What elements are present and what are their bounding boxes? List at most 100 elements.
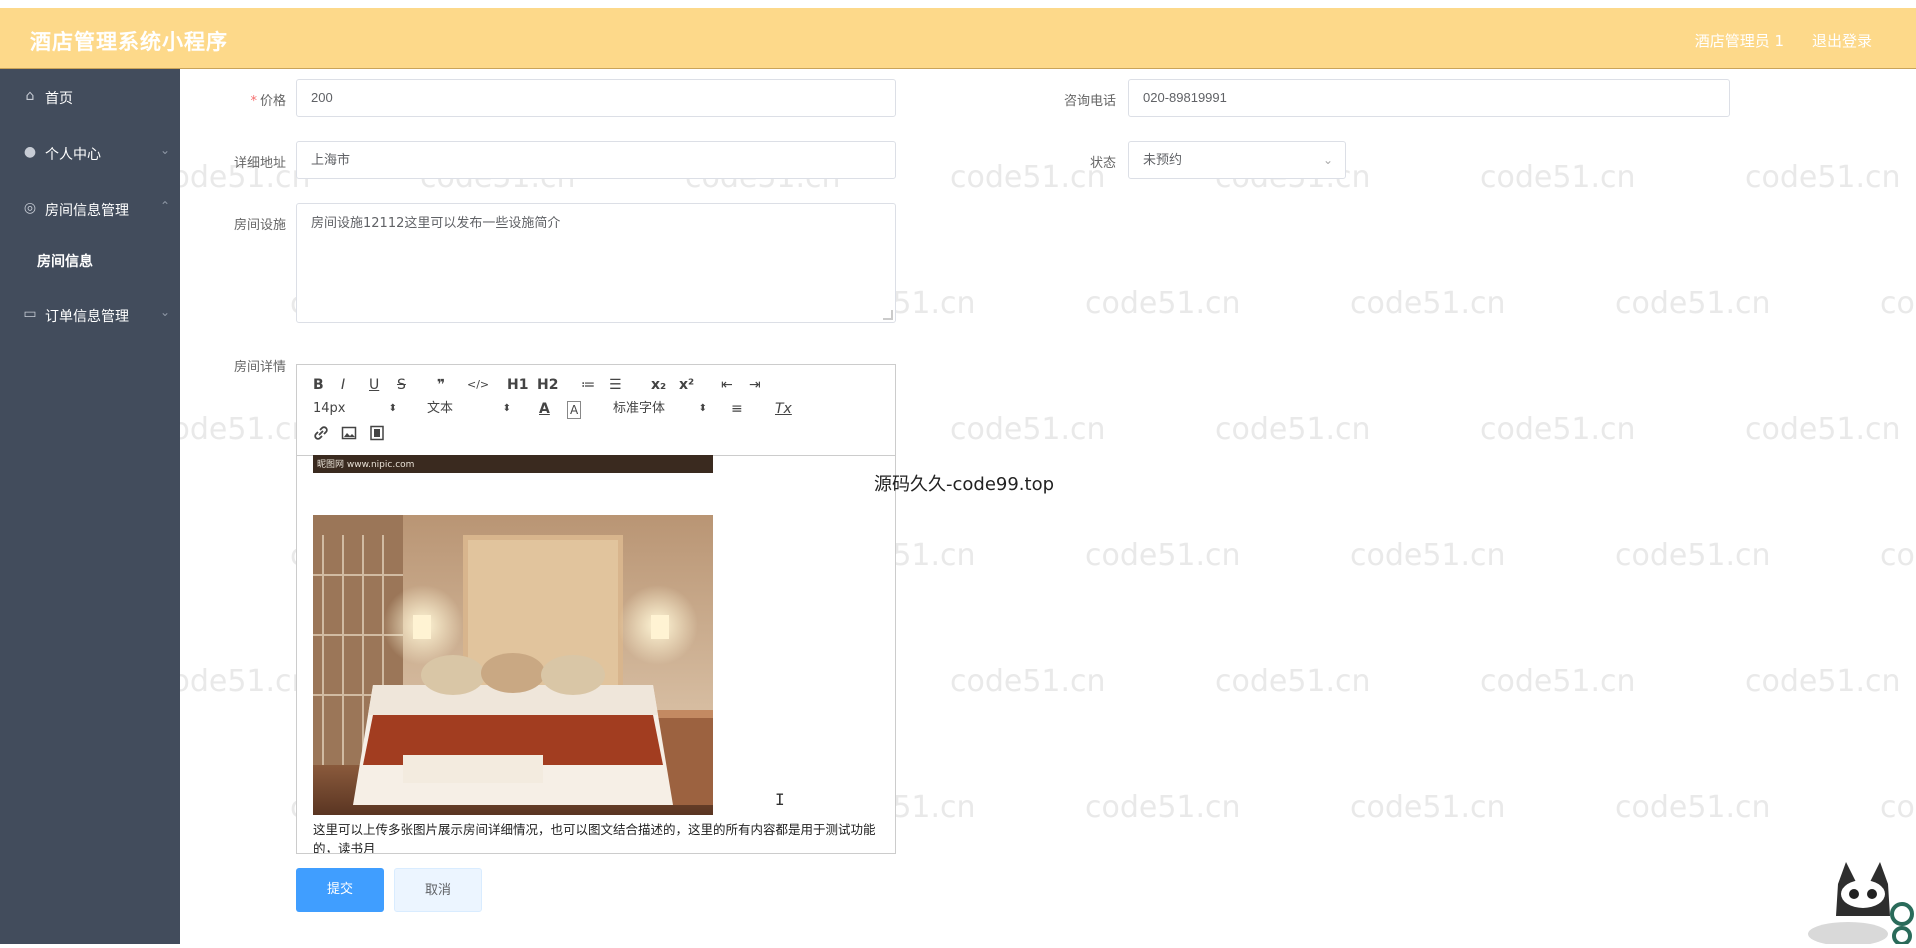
italic-button[interactable]: I — [341, 377, 345, 393]
ordered-list-button[interactable]: ≔ — [581, 377, 595, 393]
current-user: 酒店管理员 1 — [1694, 32, 1784, 50]
align-button[interactable]: ≡ — [731, 401, 743, 417]
subscript-button[interactable]: x₂ — [651, 377, 666, 393]
watermark-text: code51.cn — [1745, 412, 1901, 447]
address-input[interactable]: 上海市 — [296, 141, 896, 179]
watermark-text: code51.cn — [1880, 538, 1916, 573]
header2-button[interactable]: H2 — [537, 377, 558, 393]
text-cursor-icon: I — [775, 790, 785, 809]
watermark-text: code51.cn — [1085, 538, 1241, 573]
hotel-room-photo — [313, 515, 713, 815]
header1-button[interactable]: H1 — [507, 377, 528, 393]
watermark-text: code51.cn — [1085, 790, 1241, 825]
partial-image-strip: 昵图网 www.nipic.com — [313, 455, 713, 473]
watermark-text: code51.cn — [1480, 664, 1636, 699]
status-value: 未预约 — [1143, 152, 1183, 167]
font-family-value: 标准字体 — [613, 401, 666, 416]
submit-button[interactable]: 提交 — [296, 868, 384, 912]
font-family-select[interactable]: 标准字体 ⬍ — [613, 401, 707, 417]
order-icon: ▭ — [23, 306, 37, 322]
top-header: 酒店管理系统小程序 酒店管理员 1 退出登录 — [0, 8, 1916, 69]
facilities-textarea[interactable]: 房间设施12112这里可以发布一些设施简介 — [296, 203, 896, 323]
watermark-text: code51.cn — [1745, 664, 1901, 699]
font-color-button[interactable]: A — [539, 401, 550, 417]
image-caption: 昵图网 www.nipic.com — [317, 460, 415, 470]
watermark-text: code51.cn — [1615, 538, 1771, 573]
sidebar-item-profile[interactable]: ● 个人中心 ⌄ — [0, 133, 180, 173]
user-icon: ● — [23, 144, 37, 160]
resize-handle-icon[interactable] — [883, 310, 893, 320]
app-title: 酒店管理系统小程序 — [30, 30, 228, 54]
cancel-button[interactable]: 取消 — [394, 868, 482, 912]
details-label: 房间详情 — [233, 360, 286, 375]
text-type-value: 文本 — [427, 401, 454, 416]
superscript-button[interactable]: x² — [679, 377, 694, 393]
chevron-updown-icon: ⬍ — [502, 403, 511, 414]
code-block-button[interactable]: </> — [467, 377, 489, 393]
outdent-button[interactable]: ⇤ — [721, 377, 733, 393]
watermark-text: code51.cn — [1350, 538, 1506, 573]
home-icon: ⌂ — [25, 88, 35, 104]
sidebar-item-label: 房间信息管理 — [45, 203, 129, 219]
overlay-watermark-text: 源码久久-code99.top — [874, 474, 1055, 495]
watermark-text: code51.cn — [1085, 286, 1241, 321]
editor-toolbar: B I U S ❞ </> H1 H2 ≔ ☰ x₂ x² ⇤ ⇥ 14px ⬍ … — [297, 365, 895, 456]
link-icon[interactable] — [313, 425, 329, 445]
watermark-text: code51.cn — [1615, 286, 1771, 321]
sidebar-item-room-management[interactable]: ◎ 房间信息管理 ⌃ — [0, 189, 180, 229]
chevron-down-icon: ⌄ — [159, 143, 170, 157]
header-select[interactable]: 文本 ⬍ — [427, 401, 511, 417]
sidebar-item-order-management[interactable]: ▭ 订单信息管理 ⌄ — [0, 295, 180, 335]
video-icon[interactable] — [369, 425, 385, 445]
strike-button[interactable]: S — [397, 377, 406, 393]
sidebar-item-room-info[interactable]: 房间信息 — [0, 241, 180, 277]
watermark-text: code51.cn — [950, 664, 1106, 699]
facilities-label: 房间设施 — [233, 218, 286, 233]
watermark-text: code51.cn — [1480, 412, 1636, 447]
watermark-text: code51.cn — [1480, 160, 1636, 195]
facilities-text: 房间设施12112这里可以发布一些设施简介 — [311, 216, 561, 231]
image-icon[interactable] — [341, 425, 357, 445]
clean-format-button[interactable]: Tx — [775, 401, 792, 417]
logout-link[interactable]: 退出登录 — [1812, 30, 1872, 51]
rich-text-editor[interactable]: B I U S ❞ </> H1 H2 ≔ ☰ x₂ x² ⇤ ⇥ 14px ⬍ … — [296, 364, 896, 854]
status-select[interactable]: 未预约 ⌄ — [1128, 141, 1346, 179]
price-label: * 价格 — [250, 94, 286, 109]
font-size-select[interactable]: 14px ⬍ — [313, 401, 397, 417]
indent-button[interactable]: ⇥ — [749, 377, 761, 393]
bullet-list-button[interactable]: ☰ — [609, 377, 622, 393]
editor-body-text[interactable]: 这里可以上传多张图片展示房间详细情况，也可以图文结合描述的，这里的所有内容都是用… — [313, 820, 883, 853]
chevron-down-icon: ⌄ — [1322, 153, 1333, 167]
watermark-text: code51.cn — [1350, 286, 1506, 321]
phone-label: 咨询电话 — [1063, 94, 1116, 109]
sidebar-item-label: 首页 — [45, 91, 73, 107]
bold-button[interactable]: B — [313, 377, 324, 393]
room-icon: ◎ — [23, 200, 37, 216]
price-input[interactable]: 200 — [296, 79, 896, 117]
watermark-text: code51.cn — [1880, 790, 1916, 825]
status-label: 状态 — [1089, 156, 1116, 171]
chevron-down-icon: ⌄ — [159, 305, 170, 319]
watermark-text: code51.cn — [1215, 664, 1371, 699]
background-color-button[interactable]: A — [567, 401, 582, 419]
mascot-cat-icon — [1808, 854, 1916, 946]
sidebar-item-label: 房间信息 — [37, 254, 93, 270]
chevron-updown-icon: ⬍ — [698, 403, 707, 414]
watermark-text: code51.cn — [1615, 790, 1771, 825]
sidebar-item-label: 个人中心 — [45, 147, 101, 163]
watermark-text: code51.cn — [950, 412, 1106, 447]
watermark-text: code51.cn — [1215, 412, 1371, 447]
address-label: 详细地址 — [233, 156, 286, 171]
watermark-text: code51.cn — [1880, 286, 1916, 321]
chevron-up-icon: ⌃ — [159, 199, 170, 213]
blockquote-button[interactable]: ❞ — [437, 377, 445, 393]
watermark-text: code51.cn — [1350, 790, 1506, 825]
underline-button[interactable]: U — [369, 377, 379, 393]
sidebar: ⌂ 首页 ● 个人中心 ⌄ ◎ 房间信息管理 ⌃ 房间信息 ▭ 订单信息管理 ⌄ — [0, 69, 180, 944]
sidebar-item-label: 订单信息管理 — [45, 309, 129, 325]
chevron-updown-icon: ⬍ — [388, 403, 397, 414]
font-size-value: 14px — [313, 401, 346, 416]
sidebar-item-home[interactable]: ⌂ 首页 — [0, 77, 180, 117]
watermark-text: code51.cn — [1745, 160, 1901, 195]
phone-input[interactable]: 020-89819991 — [1128, 79, 1730, 117]
